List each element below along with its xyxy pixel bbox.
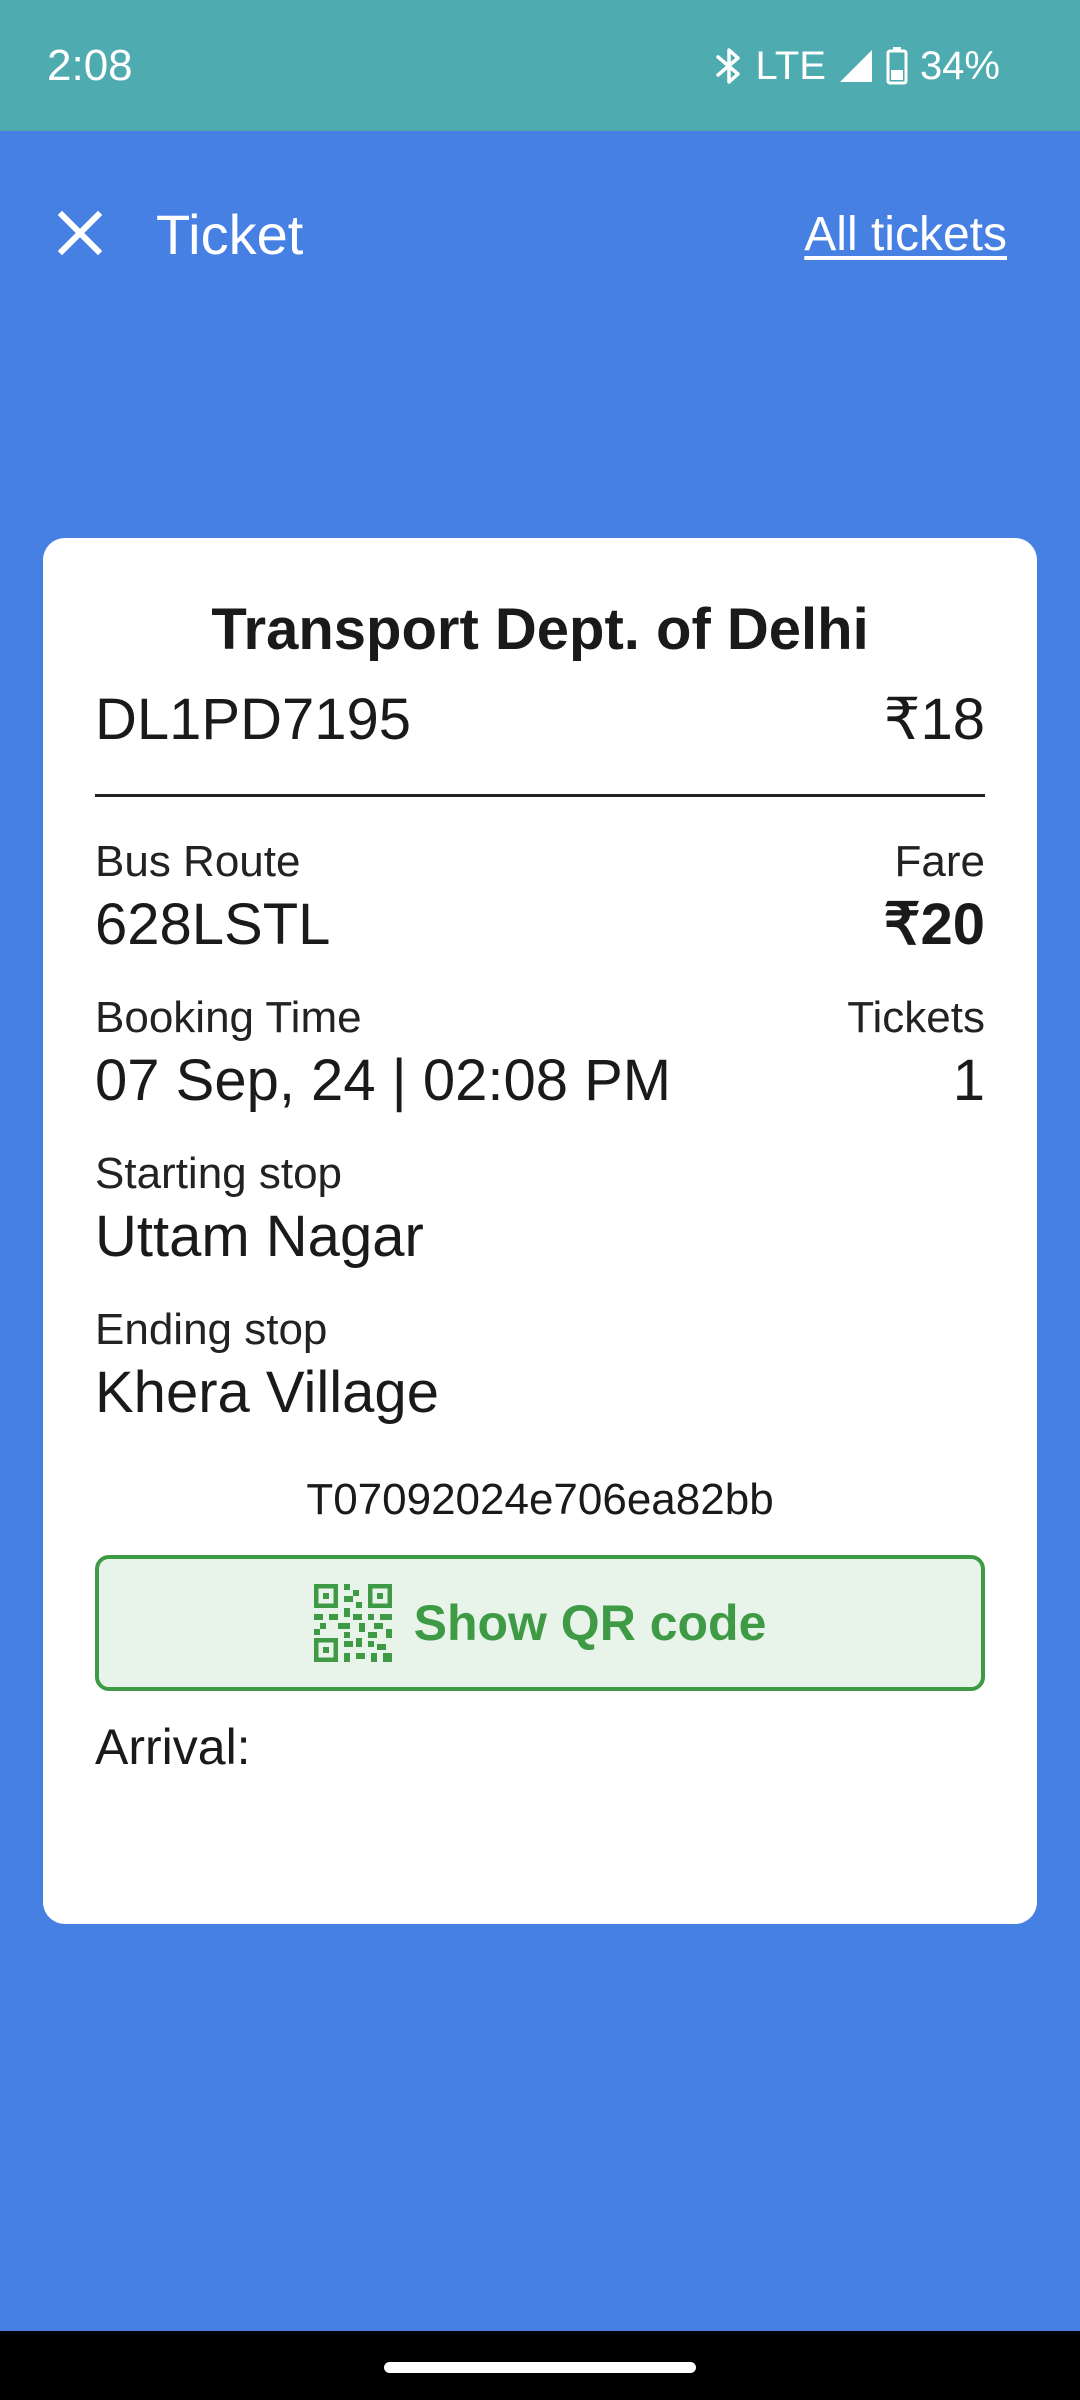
vehicle-amount: ₹18: [883, 687, 985, 752]
close-button[interactable]: [38, 193, 122, 277]
status-time: 2:08: [47, 41, 133, 90]
page-title: Ticket: [156, 203, 304, 266]
bus-route-value: 628LSTL: [95, 892, 331, 957]
agency-name: Transport Dept. of Delhi: [211, 597, 869, 662]
ending-stop-value: Khera Village: [95, 1360, 439, 1425]
status-icons: LTE 34%: [702, 40, 1000, 92]
show-qr-code-button[interactable]: Show QR code: [95, 1555, 985, 1691]
ticket-id: T07092024e706ea82bb: [306, 1475, 774, 1524]
app-bar: Ticket All tickets: [0, 131, 1080, 331]
status-bar: 2:08 LTE 34%: [0, 0, 1080, 131]
vehicle-row: DL1PD7195 ₹18: [95, 684, 985, 797]
route-fare-block: Bus Route Fare 628LSTL ₹20: [95, 835, 985, 961]
network-type: LTE: [755, 43, 826, 88]
booking-time-value: 07 Sep, 24 | 02:08 PM: [95, 1048, 672, 1113]
ending-stop-block: Ending stop Khera Village: [95, 1303, 985, 1429]
bluetooth-icon: [714, 46, 744, 86]
all-tickets-link[interactable]: All tickets: [804, 193, 1007, 277]
home-indicator[interactable]: [384, 2362, 696, 2373]
booking-tickets-block: Booking Time Tickets 07 Sep, 24 | 02:08 …: [95, 991, 985, 1117]
starting-stop-block: Starting stop Uttam Nagar: [95, 1147, 985, 1273]
fare-value: ₹20: [883, 892, 985, 957]
ticket-card: Transport Dept. of Delhi DL1PD7195 ₹18 B…: [43, 538, 1037, 1924]
starting-stop-label: Starting stop: [95, 1149, 343, 1198]
ending-stop-label: Ending stop: [95, 1305, 328, 1354]
booking-time-label: Booking Time: [95, 993, 362, 1042]
show-qr-code-label: Show QR code: [413, 1595, 767, 1651]
signal-icon: [838, 48, 874, 84]
bus-route-label: Bus Route: [95, 837, 301, 886]
qr-code-icon: [313, 1584, 414, 1662]
tickets-label: Tickets: [847, 993, 985, 1042]
close-icon: [57, 210, 103, 261]
vehicle-number: DL1PD7195: [95, 687, 411, 752]
tickets-count: 1: [952, 1048, 985, 1113]
battery-percent: 34%: [919, 43, 1000, 88]
starting-stop-value: Uttam Nagar: [95, 1204, 424, 1269]
fare-label: Fare: [894, 837, 985, 886]
battery-icon: [886, 47, 908, 85]
navigation-bar: [0, 2331, 1080, 2400]
arrival-label: Arrival:: [95, 1719, 251, 1775]
